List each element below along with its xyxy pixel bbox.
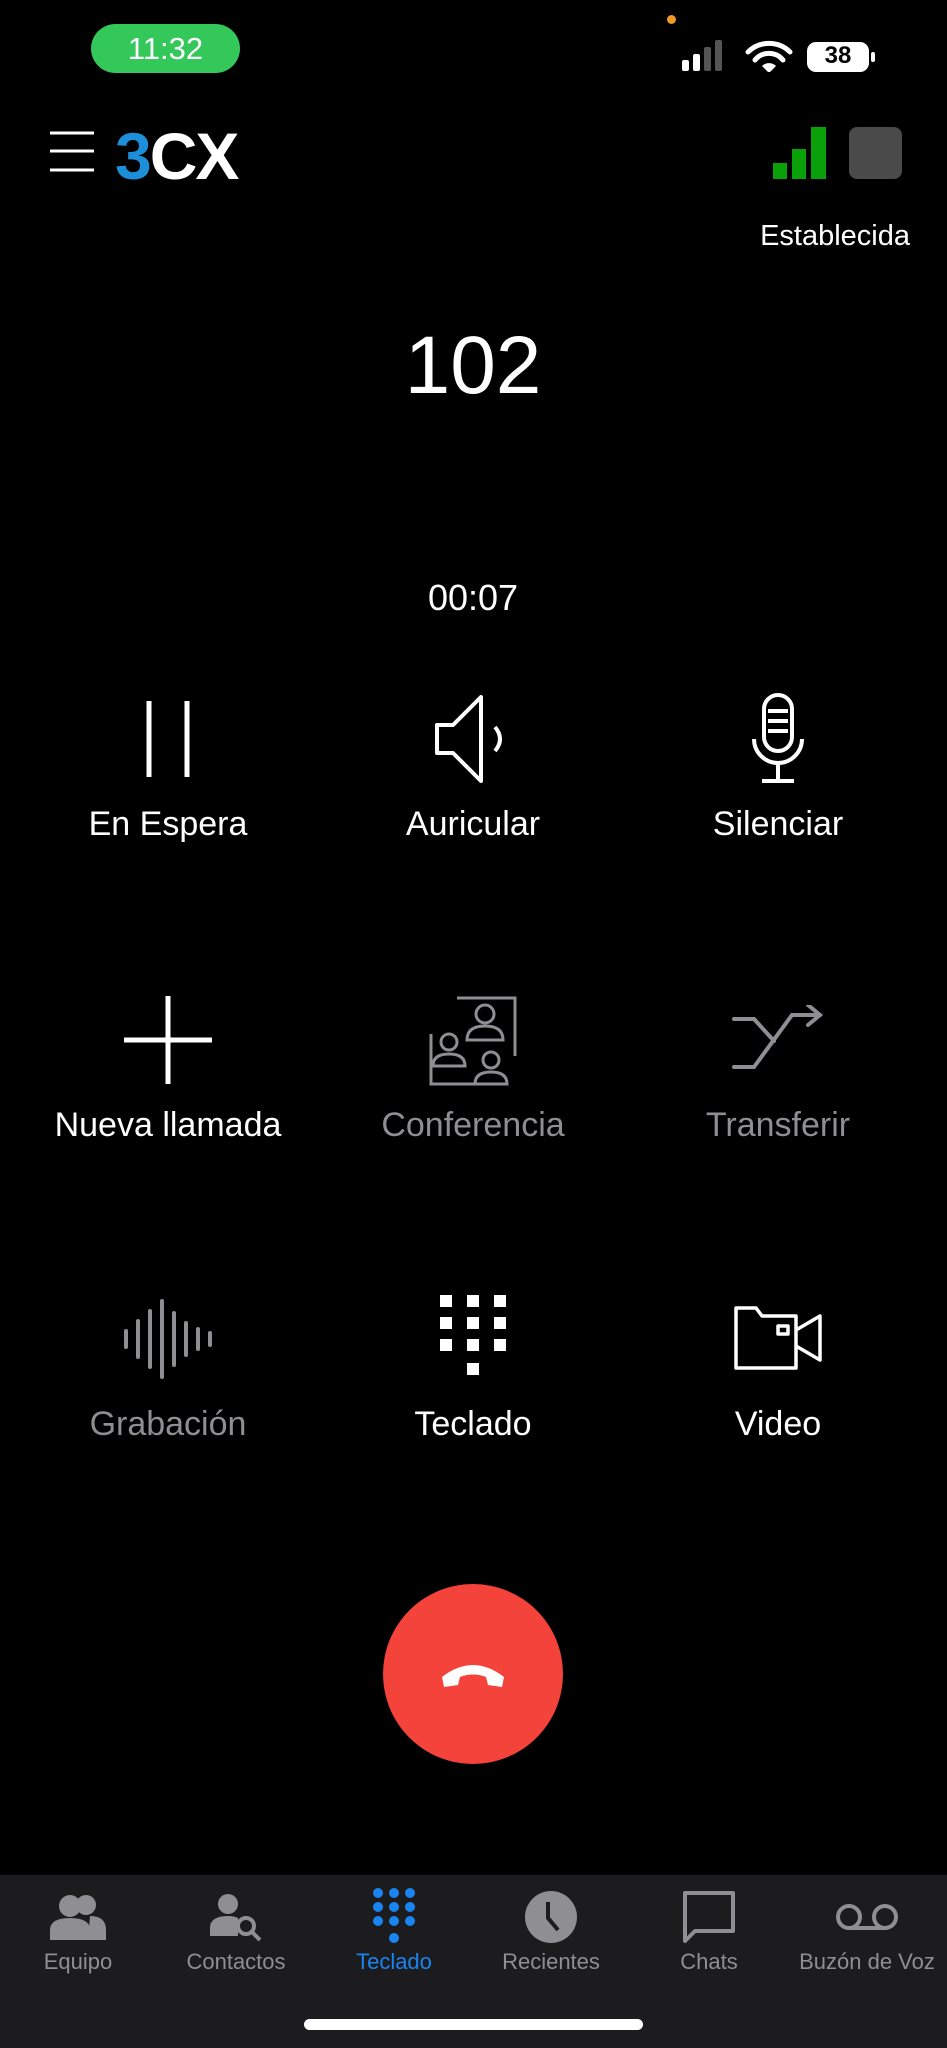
video-button[interactable]: Video (628, 1289, 928, 1469)
clock-icon (525, 1891, 577, 1943)
conference-icon (429, 996, 517, 1086)
video-icon (734, 1306, 822, 1370)
speaker-label: Auricular (405, 805, 541, 843)
microphone-icon (752, 693, 804, 783)
keypad-icon (373, 1888, 415, 1943)
tab-label: Buzón de Voz (799, 1949, 935, 1974)
video-label: Video (734, 1405, 822, 1443)
waveform-icon (124, 1299, 212, 1379)
call-duration: 00:07 (427, 577, 519, 618)
hold-label: En Espera (88, 805, 248, 843)
menu-icon[interactable] (50, 130, 94, 174)
transfer-label: Transferir (705, 1106, 851, 1144)
cellular-icon (682, 40, 722, 71)
tab-label: Teclado (356, 1949, 432, 1974)
tab-label: Recientes (502, 1949, 600, 1974)
status-time: 11:32 (127, 30, 204, 66)
logo-3cx: 3CX (115, 119, 239, 193)
new-call-label: Nueva llamada (54, 1106, 282, 1144)
mute-label: Silenciar (712, 805, 844, 843)
chat-icon (683, 1891, 735, 1943)
battery-level: 38 (824, 42, 852, 69)
conference-button[interactable]: Conferencia (323, 990, 623, 1170)
tab-contactos[interactable]: Contactos (157, 1889, 315, 1975)
conference-label: Conferencia (381, 1106, 565, 1144)
tab-label: Contactos (186, 1949, 286, 1974)
new-call-button[interactable]: Nueva llamada (18, 990, 318, 1170)
call-time-pill[interactable]: 11:32 (91, 24, 240, 73)
mic-indicator-dot (667, 15, 676, 24)
wifi-icon (745, 40, 793, 63)
contact-search-icon (210, 1894, 262, 1942)
speaker-button[interactable]: Auricular (323, 689, 623, 869)
tab-chats[interactable]: Chats (630, 1889, 788, 1975)
pause-icon (146, 701, 190, 777)
transfer-button[interactable]: Transferir (628, 990, 928, 1170)
tab-teclado[interactable]: Teclado (315, 1888, 473, 1975)
plus-icon (124, 996, 212, 1084)
voicemail-icon (836, 1904, 898, 1930)
connection-status: Establecida (760, 220, 910, 252)
record-label: Grabación (89, 1405, 247, 1443)
tab-label: Equipo (43, 1949, 113, 1974)
tab-label: Chats (680, 1949, 738, 1974)
call-number: 102 (404, 320, 542, 411)
hold-button[interactable]: En Espera (18, 689, 318, 869)
home-indicator[interactable] (304, 2019, 643, 2030)
team-icon (50, 1895, 106, 1940)
presence-square (849, 127, 902, 179)
connection-signal-icon (773, 127, 902, 179)
mute-button[interactable]: Silenciar (628, 689, 928, 869)
record-button[interactable]: Grabación (18, 1289, 318, 1469)
transfer-icon (732, 1005, 824, 1069)
keypad-label: Teclado (414, 1405, 532, 1443)
end-call-button[interactable] (383, 1584, 563, 1764)
keypad-icon (440, 1295, 506, 1375)
keypad-button[interactable]: Teclado (323, 1289, 623, 1469)
hangup-icon (442, 1665, 504, 1687)
tab-buzon-de-voz[interactable]: Buzón de Voz (788, 1889, 946, 1975)
tab-recientes[interactable]: Recientes (472, 1889, 630, 1975)
tab-equipo[interactable]: Equipo (0, 1889, 157, 1975)
speaker-icon (435, 695, 502, 783)
